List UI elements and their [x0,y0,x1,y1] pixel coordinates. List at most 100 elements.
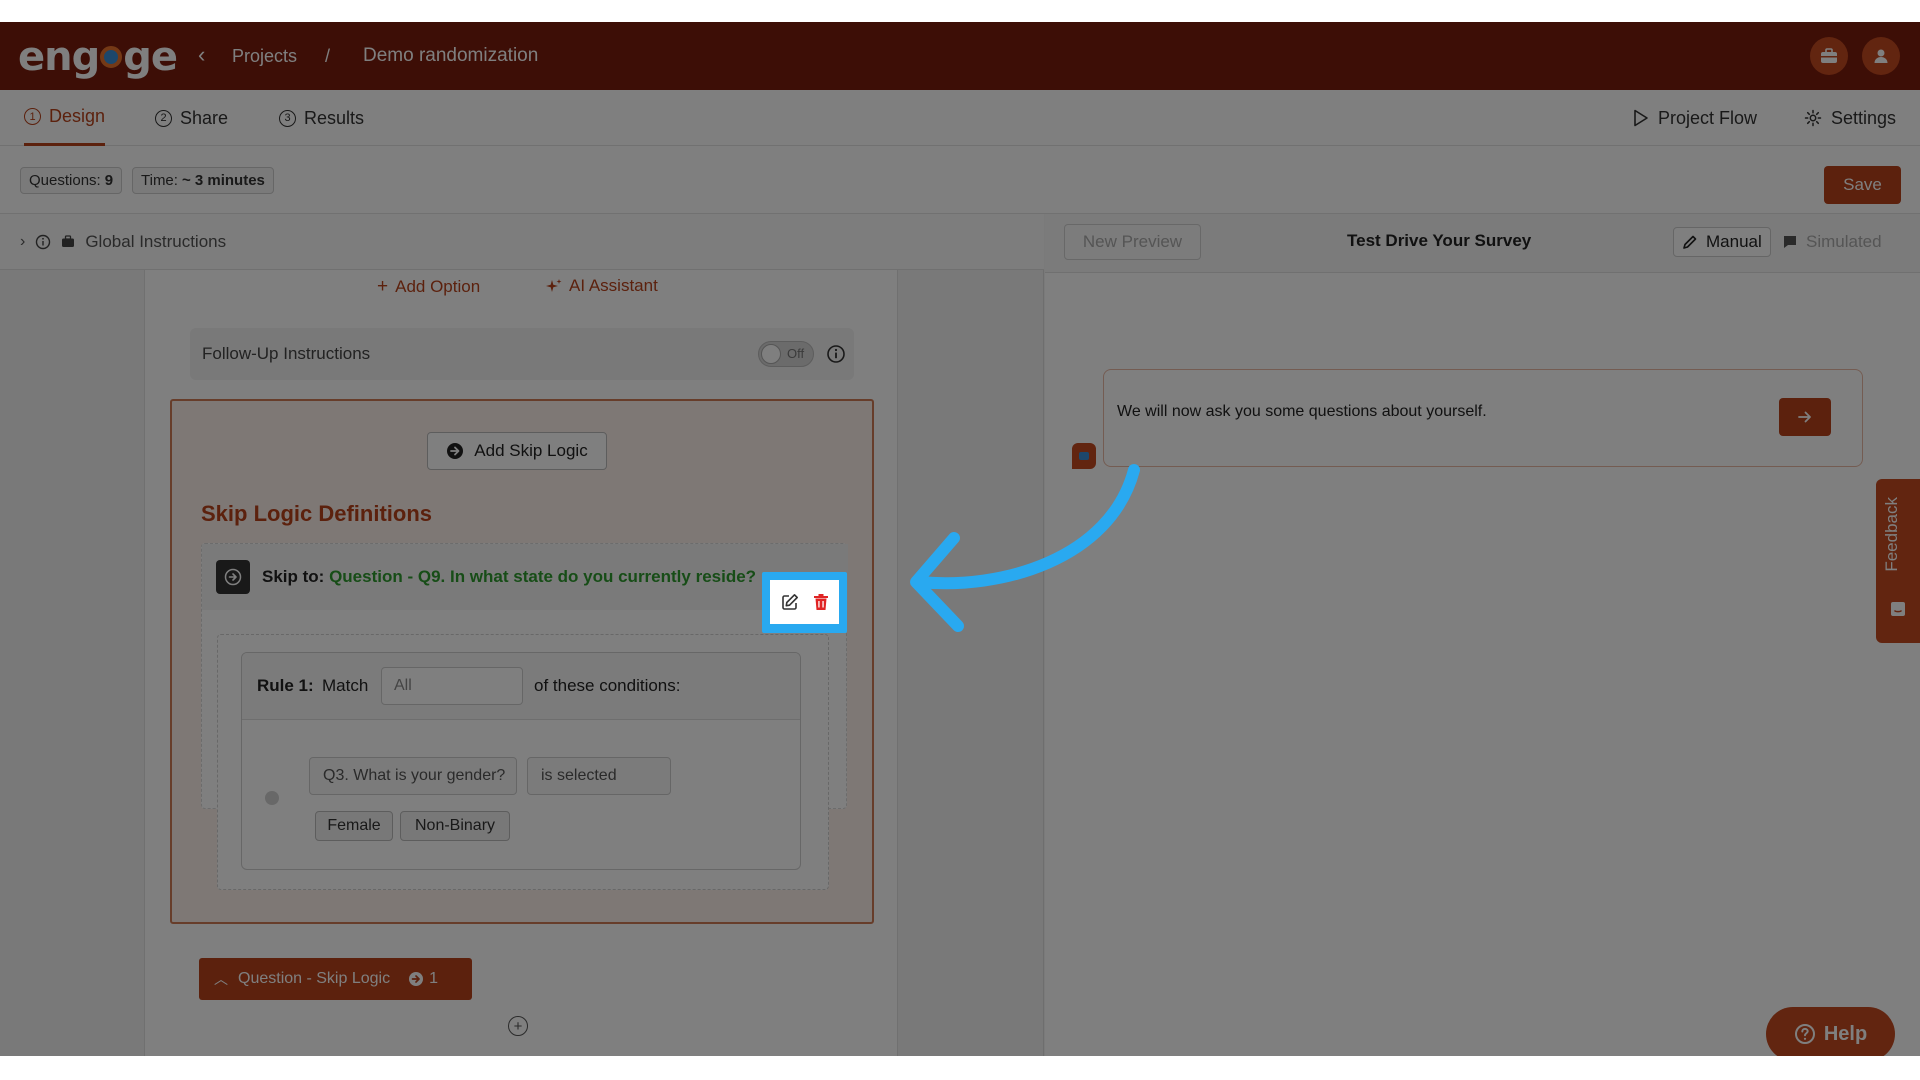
tabs-bar: 1 Design 2 Share 3 Results Project Flow … [0,90,1920,146]
skip-definition-actions [770,580,839,624]
plus-icon: + [377,276,389,297]
follow-up-toggle[interactable]: Off [758,341,814,367]
tab-label: Share [180,107,229,128]
tab-design[interactable]: 1 Design [24,90,106,146]
sparkle-icon [546,279,562,292]
skip-to-text: Skip to: Question - Q9. In what state do… [262,567,756,587]
rule-label: Rule 1: [257,676,314,695]
settings-link[interactable]: Settings [1804,90,1896,146]
condition-bullet [265,791,279,805]
conditions-label: of these conditions: [534,676,681,695]
time-label: Time: [141,172,178,189]
chevron-left-icon[interactable]: ‹ [198,42,205,68]
skip-logic-count: 1 [408,970,438,988]
ai-assistant-label: AI Assistant [569,276,658,295]
info-icon[interactable] [826,344,846,364]
trash-icon[interactable] [813,593,829,611]
arrow-circle-icon [409,972,424,986]
breadcrumb-separator: / [325,46,331,66]
ai-assistant-button[interactable]: AI Assistant [546,276,658,296]
toggle-state-label: Off [787,346,805,361]
skip-definition-header: Skip to: Question - Q9. In what state do… [202,544,848,610]
questions-count-chip: Questions: 9 [20,167,123,194]
arrow-right-icon [216,560,250,594]
skip-logic-section: Add Skip Logic Skip Logic Definitions Sk… [170,399,874,924]
simulated-mode-button[interactable]: Simulated [1774,227,1890,257]
new-preview-button[interactable]: New Preview [1064,224,1201,260]
arrow-circle-icon [447,443,464,459]
preview-title: Test Drive Your Survey [1347,231,1532,250]
tab-share[interactable]: 2 Share [155,90,228,146]
bot-avatar-icon [1072,443,1096,469]
save-button[interactable]: Save [1824,166,1901,204]
chevron-right-icon[interactable]: › [20,233,25,251]
rule-header: Rule 1: Match All of these conditions: [242,653,800,720]
tab-number: 3 [279,109,296,127]
preview-panel: New Preview Test Drive Your Survey Manua… [1045,214,1920,1056]
skip-to-target: Question - Q9. In what state do you curr… [329,567,757,586]
help-label: Help [1823,1022,1868,1045]
questions-label: Questions: [29,172,101,189]
tab-results[interactable]: 3 Results [279,90,364,146]
preview-header: New Preview Test Drive Your Survey Manua… [1045,214,1920,273]
question-circle-icon [1794,1024,1815,1044]
global-instructions-label: Global Instructions [85,231,227,251]
gear-icon [1804,109,1822,127]
condition-question-select[interactable]: Q3. What is your gender? [309,757,517,795]
highlight-frame [762,572,847,633]
tab-label: Design [49,106,106,126]
rule-1: Rule 1: Match All of these conditions: Q… [241,652,801,870]
questions-value: 9 [104,172,114,189]
add-skip-logic-label: Add Skip Logic [474,441,588,460]
question-skip-logic-label: Question - Skip Logic [238,970,391,987]
info-icon [36,234,51,249]
settings-label: Settings [1831,107,1897,128]
tab-number: 2 [155,109,172,127]
tab-label: Results [304,107,365,128]
match-select[interactable]: All [381,667,523,705]
time-estimate-chip: Time: ~ 3 minutes [132,167,274,194]
project-flow-link[interactable]: Project Flow [1633,90,1757,146]
add-question-icon[interactable]: + [508,1016,528,1036]
skip-logic-definition: Skip to: Question - Q9. In what state do… [201,543,848,890]
follow-up-label: Follow-Up Instructions [202,344,371,363]
match-label: Match [322,676,369,695]
condition-value-tag[interactable]: Female [315,811,393,841]
top-bar: eng ge ‹ Projects / Demo randomization [0,22,1920,90]
feedback-label: Feedback [1882,497,1901,572]
edit-icon[interactable] [781,593,799,611]
info-bar: Questions: 9 Time: ~ 3 minutes [0,146,1920,214]
app-window: eng ge ‹ Projects / Demo randomization 1 … [0,22,1920,1056]
add-skip-logic-button[interactable]: Add Skip Logic [427,432,607,470]
toolbox-icon [62,235,75,247]
editor-panel: › Global Instructions + Add Option AI As… [0,214,1044,1056]
skip-to-label: Skip to: [262,567,325,586]
project-flow-label: Project Flow [1658,107,1758,128]
breadcrumb-projects[interactable]: Projects [232,46,297,67]
screenshot-stage: eng ge ‹ Projects / Demo randomization 1 … [0,0,1920,1080]
engage-logo[interactable]: eng ge [18,34,178,80]
smiley-icon [1891,602,1905,616]
add-option-label: Add Option [395,277,481,296]
chevron-up-icon: ︿ [214,971,228,987]
manual-label: Manual [1706,232,1762,251]
chat-icon [1784,236,1796,248]
condition-operator-select[interactable]: is selected [527,757,671,795]
user-avatar-icon[interactable] [1862,37,1900,75]
global-instructions-bar[interactable]: › Global Instructions [0,214,1044,270]
add-option-button[interactable]: + Add Option [377,276,480,298]
arrow-right-icon [1798,411,1811,423]
feedback-tab[interactable]: Feedback [1876,479,1920,643]
condition-value-tag[interactable]: Non-Binary [400,811,510,841]
toggle-knob [761,344,781,364]
question-skip-logic-button[interactable]: ︿ Question - Skip Logic 1 [199,958,472,1000]
survey-message-text: We will now ask you some questions about… [1117,403,1487,420]
skip-logic-title: Skip Logic Definitions [201,501,433,526]
tab-number: 1 [24,108,41,125]
help-button[interactable]: Help [1766,1007,1895,1056]
next-button[interactable] [1779,398,1831,436]
manual-mode-button[interactable]: Manual [1673,227,1771,257]
breadcrumb-current: Demo randomization [363,45,539,66]
simulated-label: Simulated [1806,232,1882,251]
toolbox-icon[interactable] [1810,37,1848,75]
